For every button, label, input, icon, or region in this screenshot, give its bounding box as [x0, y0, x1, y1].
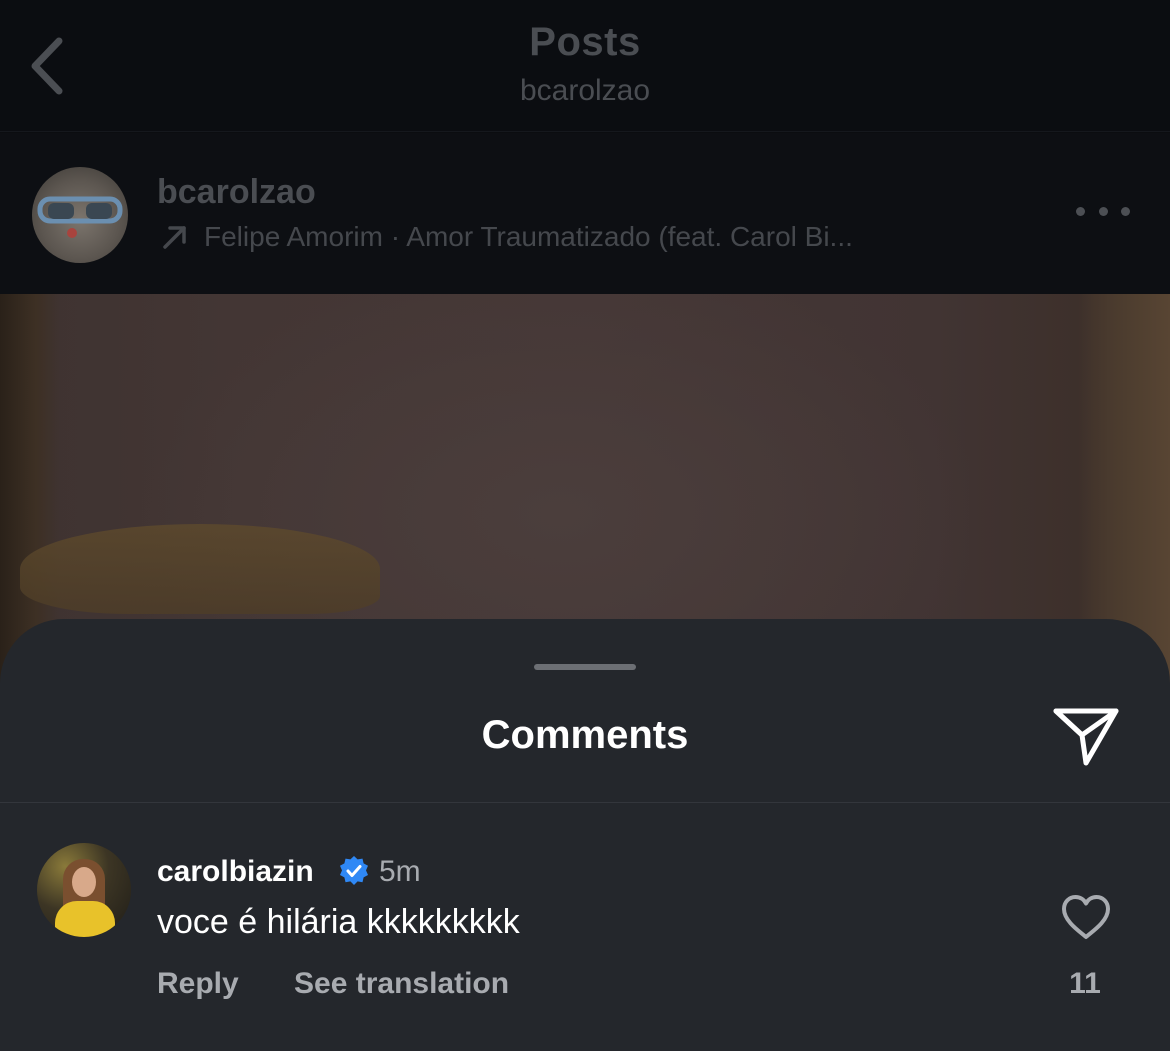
send-icon [1053, 708, 1119, 766]
post-music-link[interactable]: Felipe Amorim · Amor Traumatizado (feat.… [160, 221, 853, 253]
comment-timestamp: 5m [379, 855, 421, 888]
photo-detail [20, 524, 380, 614]
post-author-username[interactable]: bcarolzao [157, 173, 316, 212]
post-music-label: Felipe Amorim · Amor Traumatizado (feat.… [204, 221, 853, 252]
share-button[interactable] [1052, 705, 1120, 767]
page-title: Posts [529, 20, 641, 64]
post-header: bcarolzao Felipe Amorim · Amor Traumatiz… [0, 133, 1170, 294]
avatar-detail [72, 867, 96, 897]
sheet-drag-handle[interactable] [534, 664, 636, 670]
comments-title: Comments [481, 713, 689, 757]
comments-sheet: Comments carolbiazin 5m voce é hilária k… [0, 619, 1170, 1051]
page-subtitle: bcarolzao [519, 74, 651, 107]
trending-arrow-icon [160, 222, 190, 252]
instagram-post-screen: Posts bcarolzao bcarolzao Felipe Amorim … [0, 0, 1170, 1051]
more-options-icon-dot [1121, 206, 1130, 216]
comment-item: carolbiazin 5m voce é hilária kkkkkkkkk … [0, 803, 1170, 1023]
more-options-icon-dot [1098, 206, 1108, 216]
like-count: 11 [1069, 967, 1101, 1000]
avatar-image [37, 196, 123, 238]
more-options-icon [1076, 206, 1085, 216]
avatar-detail [55, 901, 115, 937]
like-comment-button[interactable] [1060, 893, 1112, 941]
see-translation-button[interactable]: See translation [294, 967, 509, 1001]
commenter-username[interactable]: carolbiazin [157, 855, 314, 889]
top-navigation-bar: Posts bcarolzao [0, 0, 1170, 132]
more-options-button[interactable] [1076, 195, 1130, 227]
commenter-avatar[interactable] [37, 843, 131, 937]
comment-text: voce é hilária kkkkkkkkk [157, 903, 520, 941]
verified-badge-icon [340, 856, 368, 885]
heart-icon [1062, 895, 1110, 939]
reply-button[interactable]: Reply [157, 967, 239, 1001]
post-author-avatar[interactable] [32, 167, 128, 263]
